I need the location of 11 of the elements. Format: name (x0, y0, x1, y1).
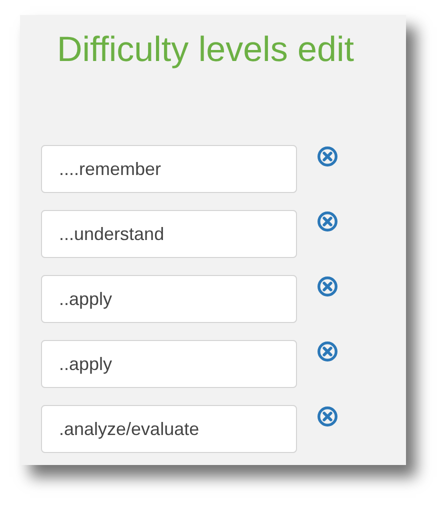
remove-icon[interactable] (317, 406, 338, 427)
level-field[interactable]: ...understand (41, 210, 297, 258)
page-title: Difficulty levels edit (57, 29, 355, 71)
level-field[interactable]: ....remember (41, 145, 297, 193)
remove-icon[interactable] (317, 146, 338, 167)
level-field[interactable]: ..apply (41, 275, 297, 323)
level-field[interactable]: .analyze/evaluate (41, 405, 297, 453)
level-field[interactable]: ..apply (41, 340, 297, 388)
remove-icon[interactable] (317, 341, 338, 362)
remove-icon[interactable] (317, 276, 338, 297)
remove-icon[interactable] (317, 211, 338, 232)
